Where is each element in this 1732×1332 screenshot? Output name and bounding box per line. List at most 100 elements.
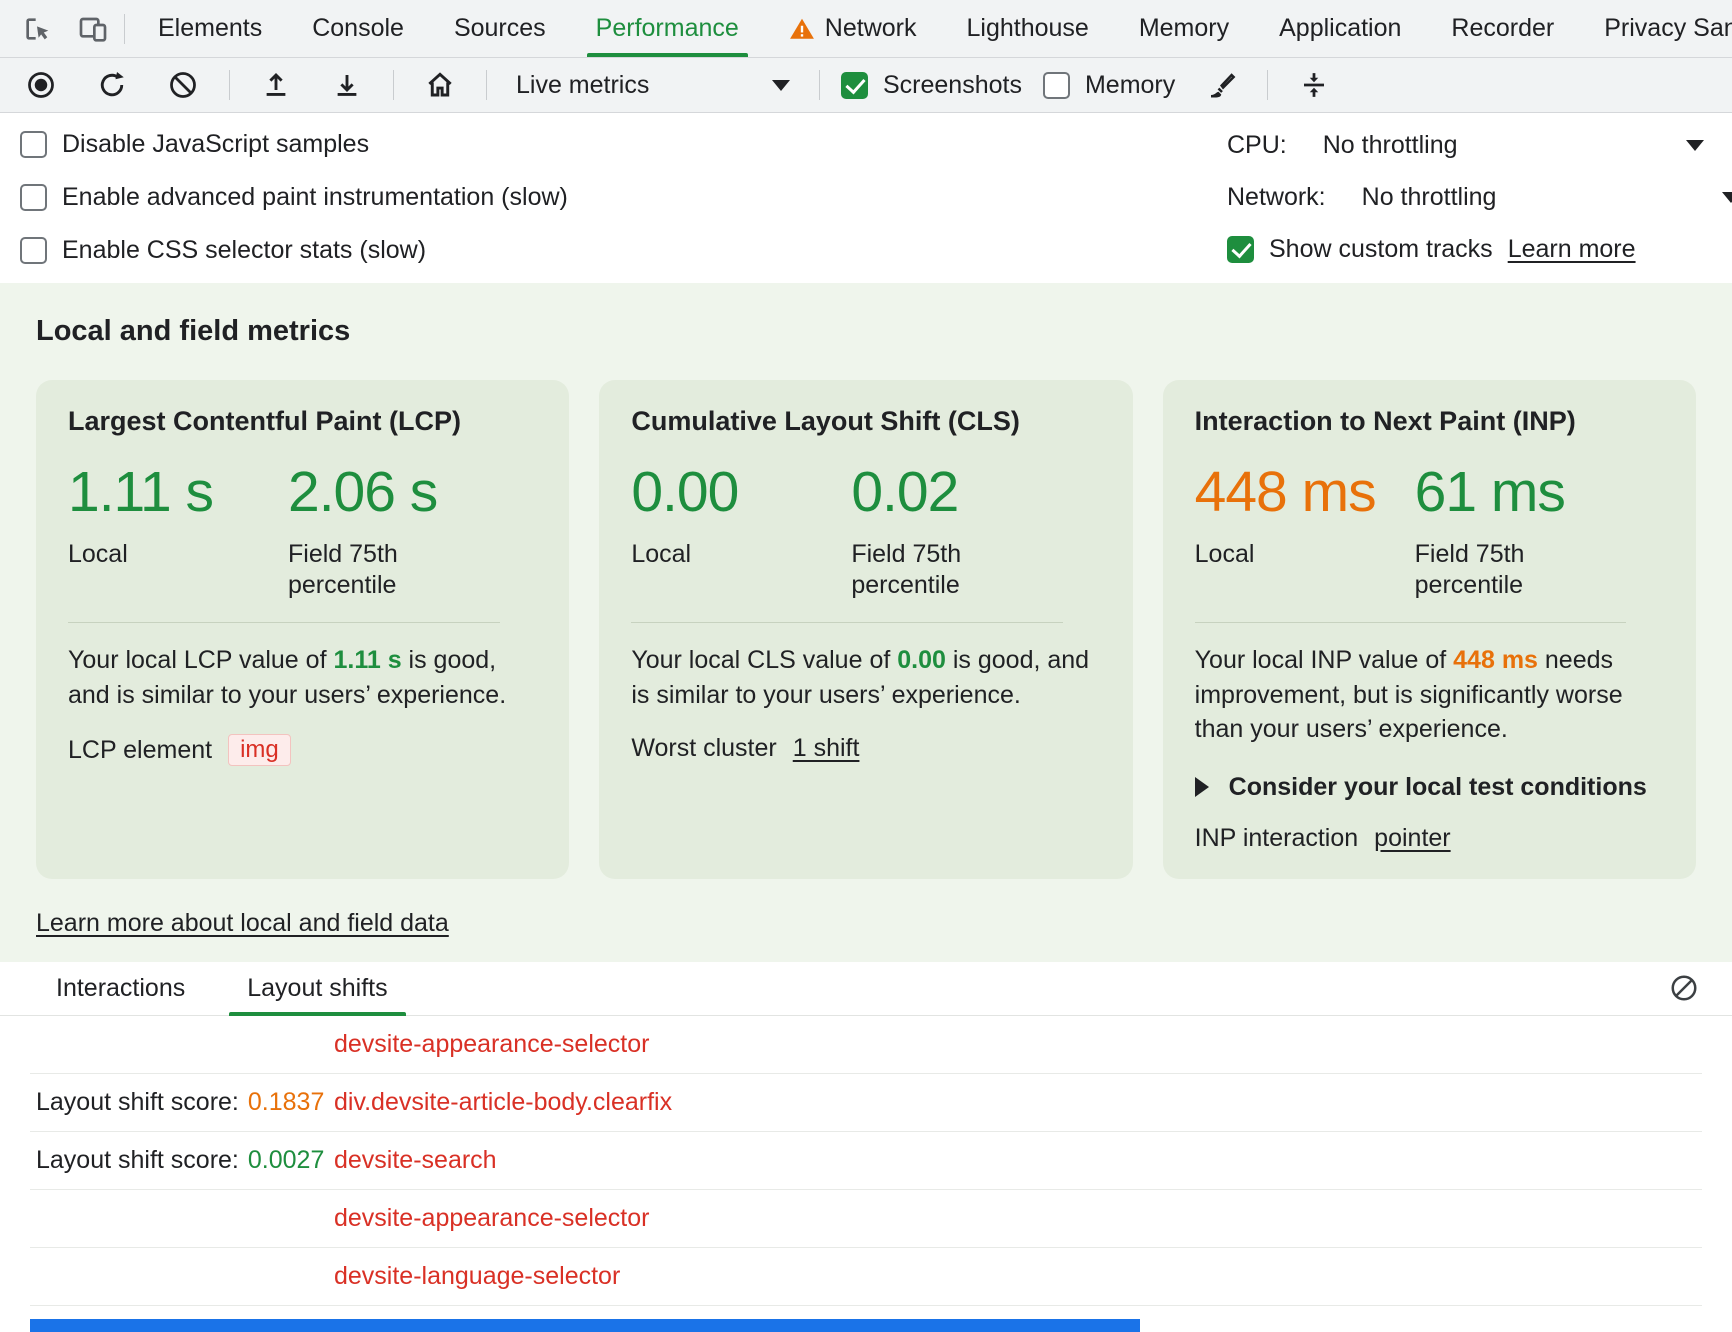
shifted-element-link[interactable]: devsite-language-selector [334, 1262, 620, 1291]
divider [819, 70, 820, 100]
tab-interactions[interactable]: Interactions [38, 962, 203, 1015]
desc-text: Your local INP value of [1195, 646, 1454, 674]
reload-and-record-button[interactable] [87, 64, 137, 106]
worst-cluster-label: Worst cluster [631, 734, 776, 763]
custom-tracks-label: Show custom tracks [1269, 235, 1493, 264]
layout-shift-row[interactable]: devsite-appearance-selector [30, 1190, 1702, 1248]
record-icon [26, 70, 56, 100]
clear-log-button[interactable] [1662, 966, 1706, 1010]
custom-tracks-learn-more-link[interactable]: Learn more [1508, 235, 1636, 264]
local-test-conditions-expander[interactable]: Consider your local test conditions [1195, 773, 1664, 802]
clear-recording-button[interactable] [158, 64, 208, 106]
tab-layout-shifts[interactable]: Layout shifts [229, 962, 405, 1015]
tab-label: Performance [596, 14, 739, 43]
worst-cluster-link[interactable]: 1 shift [793, 734, 860, 763]
collapse-icon [1299, 70, 1329, 100]
tab-privacy-sandbox[interactable]: Privacy Sand [1579, 0, 1732, 57]
lcp-card: Largest Contentful Paint (LCP) 1.11 s Lo… [36, 380, 569, 879]
memory-toggle[interactable]: Memory [1043, 71, 1175, 100]
memory-checkbox[interactable] [1043, 72, 1070, 99]
custom-tracks-toggle[interactable]: Show custom tracks Learn more [1219, 232, 1724, 266]
shifted-element-link[interactable]: devsite-appearance-selector [334, 1204, 649, 1233]
css-selector-stats-toggle[interactable]: Enable CSS selector stats (slow) [20, 234, 1219, 267]
inp-field-value: 61 ms [1415, 459, 1580, 525]
tab-elements[interactable]: Elements [133, 0, 287, 57]
css-selector-stats-checkbox[interactable] [20, 237, 47, 264]
device-toolbar-button[interactable] [68, 8, 118, 50]
layout-shift-row[interactable]: Layout shift score: 0.1837 div.devsite-a… [30, 1074, 1702, 1132]
tab-sources[interactable]: Sources [429, 0, 571, 57]
cpu-throttle-select[interactable]: No throttling [1323, 131, 1458, 160]
screenshots-label: Screenshots [883, 71, 1022, 100]
cls-card: Cumulative Layout Shift (CLS) 0.00 Local… [599, 380, 1132, 879]
inp-interaction-label: INP interaction [1195, 824, 1359, 853]
custom-tracks-checkbox[interactable] [1227, 236, 1254, 263]
load-profile-button[interactable] [251, 64, 301, 106]
horizontal-scrollbar-thumb[interactable] [30, 1319, 1140, 1332]
metrics-heading: Local and field metrics [36, 315, 1696, 348]
chevron-down-icon[interactable] [1722, 192, 1732, 203]
shifted-element-link[interactable]: devsite-search [334, 1146, 497, 1175]
cpu-label: CPU: [1227, 131, 1287, 160]
advanced-paint-checkbox[interactable] [20, 184, 47, 211]
desc-text: Your local LCP value of [68, 646, 333, 674]
lcp-element-label: LCP element [68, 736, 212, 765]
expander-label: Consider your local test conditions [1229, 773, 1647, 802]
cls-description: Your local CLS value of 0.00 is good, an… [631, 643, 1100, 712]
tab-console[interactable]: Console [287, 0, 429, 57]
lcp-element-chip[interactable]: img [228, 734, 291, 766]
performance-toolbar: Live metrics Screenshots Memory [0, 58, 1732, 113]
tab-lighthouse[interactable]: Lighthouse [941, 0, 1113, 57]
network-throttle-select[interactable]: No throttling [1362, 183, 1497, 212]
tab-application[interactable]: Application [1254, 0, 1426, 57]
shifted-element-link[interactable]: devsite-appearance-selector [334, 1030, 649, 1059]
back-to-live-metrics-button[interactable] [415, 64, 465, 106]
devtools-tabbar: Elements Console Sources Performance Net… [0, 0, 1732, 58]
tab-network[interactable]: Network [764, 0, 942, 57]
tab-label: Application [1279, 14, 1401, 43]
disable-js-samples-toggle[interactable]: Disable JavaScript samples [20, 128, 1219, 161]
disable-js-samples-checkbox[interactable] [20, 131, 47, 158]
save-profile-button[interactable] [322, 64, 372, 106]
network-throttle-row: Network: No throttling [1219, 180, 1724, 214]
live-metrics-view: Local and field metrics Largest Contentf… [0, 283, 1732, 962]
device-toolbar-icon [77, 13, 109, 45]
advanced-paint-toggle[interactable]: Enable advanced paint instrumentation (s… [20, 181, 1219, 214]
screenshots-toggle[interactable]: Screenshots [841, 71, 1022, 100]
layout-shift-row[interactable]: Layout shift score: 0.0027 devsite-searc… [30, 1132, 1702, 1190]
download-icon [332, 70, 362, 100]
logs-tabbar: Interactions Layout shifts [0, 962, 1732, 1016]
field-data-learn-more-link[interactable]: Learn more about local and field data [36, 909, 449, 938]
inspect-cursor-icon [21, 13, 53, 45]
lcp-field-value: 2.06 s [288, 459, 453, 525]
setting-label: Disable JavaScript samples [62, 130, 369, 159]
layout-shift-row[interactable]: devsite-language-selector [30, 1248, 1702, 1306]
warning-icon [789, 16, 815, 42]
record-button[interactable] [16, 64, 66, 106]
layout-shift-list: devsite-appearance-selector Layout shift… [30, 1016, 1702, 1332]
reload-icon [97, 70, 127, 100]
chevron-down-icon[interactable] [1686, 140, 1704, 151]
memory-label: Memory [1085, 71, 1175, 100]
lcp-description: Your local LCP value of 1.11 s is good, … [68, 643, 537, 712]
shifted-element-link[interactable]: div.devsite-article-body.clearfix [334, 1088, 672, 1117]
setting-label: Enable CSS selector stats (slow) [62, 236, 426, 265]
clear-cache-button[interactable] [1196, 64, 1246, 106]
desc-value: 1.11 s [333, 646, 401, 674]
score-value: 0.0027 [248, 1146, 324, 1175]
tab-memory[interactable]: Memory [1114, 0, 1254, 57]
local-label: Local [1195, 539, 1360, 570]
tab-recorder[interactable]: Recorder [1426, 0, 1579, 57]
screenshots-checkbox[interactable] [841, 72, 868, 99]
layout-shift-row[interactable]: devsite-appearance-selector [30, 1016, 1702, 1074]
lcp-local-value: 1.11 s [68, 459, 288, 525]
inp-interaction-link[interactable]: pointer [1374, 824, 1450, 853]
cls-card-title: Cumulative Layout Shift (CLS) [631, 406, 1100, 437]
panel-mode-dropdown[interactable]: Live metrics [508, 67, 798, 104]
lcp-card-title: Largest Contentful Paint (LCP) [68, 406, 537, 437]
chevron-down-icon [772, 80, 790, 91]
inspect-element-button[interactable] [12, 8, 62, 50]
tab-performance[interactable]: Performance [571, 0, 764, 57]
collapse-sections-button[interactable] [1289, 64, 1339, 106]
home-icon [424, 69, 456, 101]
